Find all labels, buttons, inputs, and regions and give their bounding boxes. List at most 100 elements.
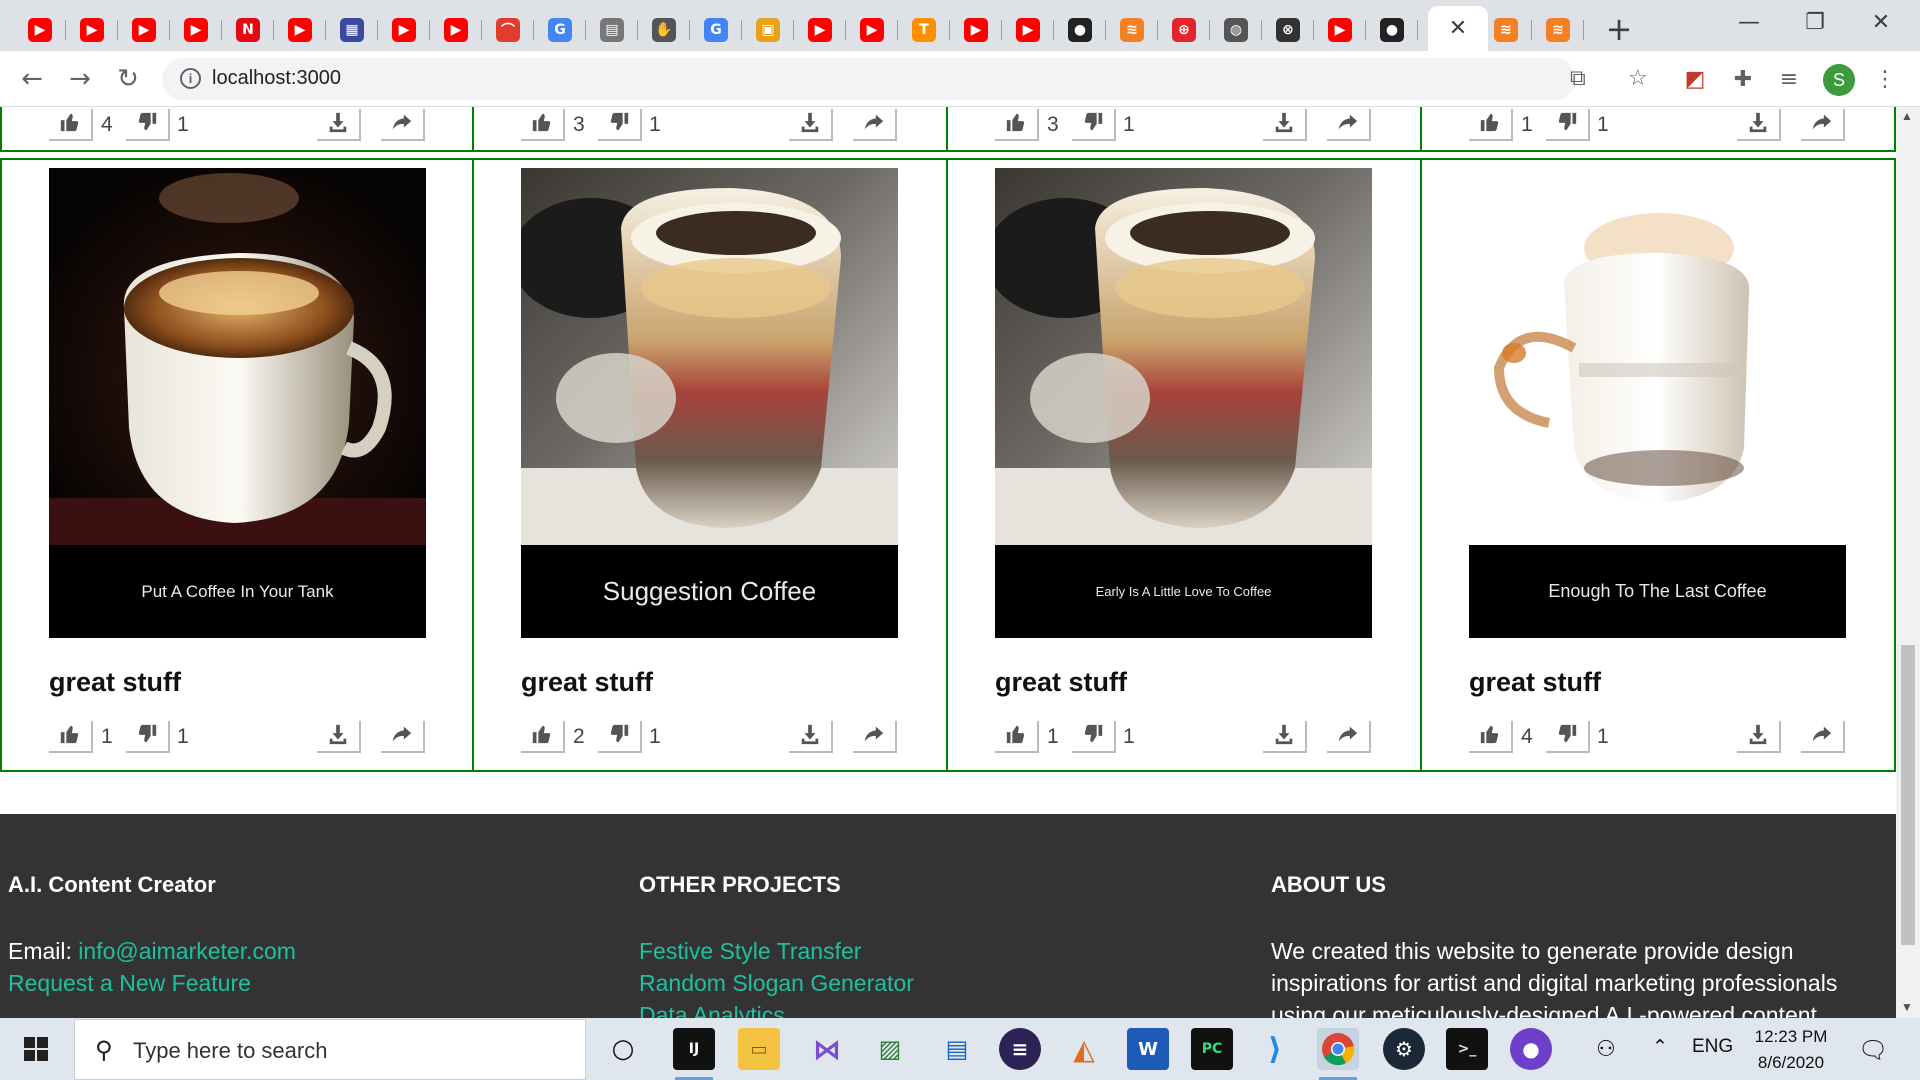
card-thumbnail[interactable]: Put A Coffee In Your Tank — [49, 168, 426, 638]
browser-tab[interactable]: N — [222, 8, 274, 51]
eclipse-icon[interactable]: ≡ — [999, 1028, 1041, 1070]
project-link-festive[interactable]: Festive Style Transfer — [639, 935, 914, 967]
browser-tab[interactable]: ▶ — [430, 8, 482, 51]
share-button[interactable] — [1801, 109, 1845, 141]
address-bar[interactable]: i localhost:3000 ⧉ ☆ — [162, 58, 1648, 100]
browser-tab[interactable]: ▶ — [1002, 8, 1054, 51]
share-button[interactable] — [1327, 109, 1371, 141]
browser-tab[interactable]: ▤ — [586, 8, 638, 51]
browser-tab[interactable]: ▶ — [66, 8, 118, 51]
cortana-icon[interactable]: ○ — [602, 1028, 644, 1070]
notification-icon[interactable]: 🗨 — [1858, 1036, 1888, 1065]
terminal-icon[interactable]: >_ — [1446, 1028, 1488, 1070]
download-button[interactable] — [789, 721, 833, 753]
profile-avatar[interactable]: S — [1823, 64, 1855, 96]
download-button[interactable] — [789, 109, 833, 141]
windows-start-icon[interactable] — [14, 1034, 58, 1064]
bookmark-star-icon[interactable]: ☆ — [1628, 66, 1648, 91]
download-button[interactable] — [1737, 721, 1781, 753]
browser-tab[interactable]: T — [898, 8, 950, 51]
browser-tab[interactable]: G — [690, 8, 742, 51]
project-link-analytics[interactable]: Data Analytics — [639, 999, 914, 1018]
browser-tab[interactable]: ▣ — [742, 8, 794, 51]
share-button[interactable] — [853, 109, 897, 141]
thumbs-down-button[interactable] — [126, 109, 170, 141]
thumbs-up-button[interactable] — [521, 721, 565, 753]
new-tab-button[interactable]: + — [1598, 8, 1640, 50]
url-text[interactable]: localhost:3000 — [212, 67, 341, 90]
forward-button[interactable]: → — [62, 61, 98, 97]
footer-email-link[interactable]: info@aimarketer.com — [78, 938, 296, 964]
chrome-icon[interactable] — [1317, 1028, 1359, 1080]
browser-tab[interactable]: ⊗ — [1262, 8, 1314, 51]
card-thumbnail[interactable]: Early Is A Little Love To Coffee — [995, 168, 1372, 638]
close-tab-icon[interactable]: ✕ — [1446, 16, 1470, 41]
thumbs-up-button[interactable] — [995, 721, 1039, 753]
browser-tab[interactable]: ▶ — [846, 8, 898, 51]
thumbs-down-button[interactable] — [598, 721, 642, 753]
github-desktop-icon[interactable]: ● — [1510, 1028, 1552, 1070]
browser-tab[interactable]: ● — [1054, 8, 1106, 51]
vscode-icon[interactable]: ⟩ — [1254, 1028, 1296, 1070]
browser-tab[interactable]: ✋ — [638, 8, 690, 51]
page-scrollbar[interactable]: ▲ ▼ — [1896, 107, 1920, 1018]
download-button[interactable] — [1263, 721, 1307, 753]
browser-tab[interactable]: ◍ — [1210, 8, 1262, 51]
thumbs-up-button[interactable] — [1469, 109, 1513, 141]
thumbs-up-button[interactable] — [1469, 721, 1513, 753]
thumbs-up-button[interactable] — [521, 109, 565, 141]
tray-chevron-up-icon[interactable]: ⌃ — [1652, 1036, 1668, 1059]
browser-tab[interactable]: G — [534, 8, 586, 51]
media-control-icon[interactable]: ≡ — [1774, 64, 1804, 94]
matlab-icon[interactable]: ◭ — [1063, 1028, 1105, 1070]
share-button[interactable] — [853, 721, 897, 753]
pycharm-icon[interactable]: PC — [1191, 1028, 1233, 1070]
browser-tab[interactable]: ≋ — [1106, 8, 1158, 51]
image-editor-icon[interactable]: ▨ — [869, 1028, 911, 1070]
language-indicator[interactable]: ENG — [1692, 1036, 1733, 1058]
document-app-icon[interactable]: ▤ — [936, 1028, 978, 1070]
pdf-extension-icon[interactable]: ◩ — [1680, 64, 1710, 94]
download-button[interactable] — [1263, 109, 1307, 141]
download-button[interactable] — [1737, 109, 1781, 141]
browser-tab[interactable]: ● — [1366, 8, 1418, 51]
scrollbar-thumb[interactable] — [1901, 645, 1915, 945]
share-button[interactable] — [381, 721, 425, 753]
minimize-button[interactable]: — — [1716, 0, 1782, 44]
browser-tab[interactable]: ▶ — [378, 8, 430, 51]
system-clock[interactable]: 12:23 PM 8/6/2020 — [1736, 1024, 1846, 1076]
scroll-up-arrow[interactable]: ▲ — [1901, 109, 1913, 123]
browser-tab[interactable]: ▶ — [1314, 8, 1366, 51]
maximize-button[interactable]: ❐ — [1782, 0, 1848, 44]
steam-icon[interactable]: ⚙ — [1383, 1028, 1425, 1070]
thumbs-down-button[interactable] — [1072, 721, 1116, 753]
thumbs-up-button[interactable] — [49, 721, 93, 753]
browser-tab[interactable]: ≋ — [1480, 8, 1532, 51]
people-icon[interactable]: ⚇ — [1596, 1036, 1616, 1062]
thumbs-down-button[interactable] — [126, 721, 170, 753]
browser-tab[interactable]: ▶ — [14, 8, 66, 51]
thumbs-down-button[interactable] — [1072, 109, 1116, 141]
taskbar-search-box[interactable]: ⚲ Type here to search — [74, 1019, 586, 1080]
browser-tab[interactable]: ≋ — [1532, 8, 1584, 51]
card-thumbnail[interactable]: Enough To The Last Coffee — [1469, 168, 1846, 638]
request-feature-link[interactable]: Request a New Feature — [8, 967, 296, 999]
thumbs-down-button[interactable] — [1546, 109, 1590, 141]
site-info-icon[interactable]: i — [180, 68, 201, 89]
browser-tab[interactable]: ▶ — [794, 8, 846, 51]
translate-icon[interactable]: ⧉ — [1570, 66, 1586, 91]
project-link-slogan[interactable]: Random Slogan Generator — [639, 967, 914, 999]
reload-button[interactable]: ↻ — [110, 61, 146, 97]
intellij-icon[interactable]: IJ — [673, 1028, 715, 1080]
browser-tab[interactable]: ✕ — [1428, 6, 1488, 51]
browser-tab[interactable]: ⌒ — [482, 8, 534, 51]
thumbs-down-button[interactable] — [1546, 721, 1590, 753]
browser-tab[interactable]: ▶ — [170, 8, 222, 51]
browser-tab[interactable]: ▦ — [326, 8, 378, 51]
visual-studio-icon[interactable]: ⋈ — [806, 1028, 848, 1070]
extensions-icon[interactable]: ✚ — [1728, 64, 1758, 94]
thumbs-up-button[interactable] — [49, 109, 93, 141]
browser-tab[interactable]: ⊕ — [1158, 8, 1210, 51]
word-icon[interactable]: W — [1127, 1028, 1169, 1070]
thumbs-down-button[interactable] — [598, 109, 642, 141]
